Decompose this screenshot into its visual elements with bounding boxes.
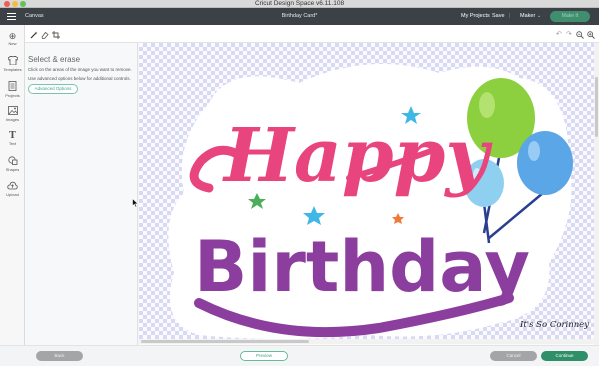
make-it-button[interactable]: Make It — [550, 11, 590, 22]
sidebar-item-label: Projects — [5, 93, 20, 98]
save-link[interactable]: Save — [492, 8, 505, 25]
sidebar-item-text[interactable]: T Text — [0, 131, 25, 147]
panel-instruction: Use advanced options below for additiona… — [28, 76, 131, 81]
left-sidebar: ⊕ New Templates Projects Images T Text S… — [0, 25, 25, 366]
undo-icon[interactable]: ↶ — [556, 31, 562, 38]
shirt-icon — [0, 55, 25, 67]
eraser-tool-icon[interactable] — [41, 31, 49, 41]
image-canvas[interactable]: Happy Birthday — [139, 43, 599, 345]
projects-icon — [0, 81, 25, 93]
chevron-down-icon[interactable]: ⌄ — [537, 8, 541, 25]
preview-button[interactable]: Preview — [240, 351, 288, 361]
sidebar-item-label: Text — [8, 141, 17, 146]
blue-balloon — [517, 131, 573, 195]
sidebar-item-templates[interactable]: Templates — [0, 55, 25, 73]
edit-toolbar: ↶ ↷ — [25, 25, 599, 43]
crop-tool-icon[interactable] — [52, 31, 60, 41]
sidebar-item-new[interactable]: ⊕ New — [0, 31, 25, 47]
zoom-in-icon[interactable] — [587, 31, 595, 41]
back-button[interactable]: Back — [36, 351, 83, 361]
sidebar-item-label: New — [8, 41, 17, 46]
upload-cloud-icon — [0, 181, 25, 192]
horizontal-scrollbar[interactable] — [139, 339, 594, 344]
my-projects-link[interactable]: My Projects — [461, 8, 490, 25]
footer-bar: Back Preview Cancel Continue — [0, 345, 599, 366]
happy-text: Happy — [222, 113, 493, 199]
machine-select[interactable]: Maker — [520, 8, 535, 25]
window-title: Cricut Design Space v6.11.108 — [254, 0, 345, 7]
header-separator: | — [509, 13, 511, 19]
redo-icon[interactable]: ↷ — [566, 31, 572, 38]
text-icon: T — [9, 131, 16, 141]
watermark-text: It's So Corinney — [520, 320, 590, 330]
app-header: Canvas Birthday Card* My Projects Save |… — [0, 8, 599, 25]
birthday-text: Birthday — [194, 226, 530, 308]
continue-button[interactable]: Continue — [541, 351, 588, 361]
scrollbar-thumb[interactable] — [595, 77, 598, 137]
window-titlebar: Cricut Design Space v6.11.108 — [0, 0, 599, 8]
plus-circle-icon: ⊕ — [8, 31, 17, 41]
panel-title: Select & erase — [28, 55, 81, 64]
sidebar-item-label: Templates — [3, 67, 22, 72]
vertical-scrollbar[interactable] — [594, 43, 599, 345]
select-erase-panel: Select & erase Click on the areas of the… — [25, 43, 138, 345]
sidebar-item-label: Images — [5, 117, 20, 122]
image-icon — [0, 106, 25, 117]
advanced-options-button[interactable]: Advanced Options — [28, 84, 78, 94]
sidebar-item-upload[interactable]: Upload — [0, 181, 25, 198]
sidebar-item-label: Shapes — [5, 167, 20, 172]
panel-instruction: Click on the areas of the image you want… — [28, 67, 132, 72]
zoom-out-icon[interactable] — [576, 31, 584, 41]
sidebar-item-shapes[interactable]: Shapes — [0, 156, 25, 173]
sidebar-item-images[interactable]: Images — [0, 106, 25, 123]
sidebar-item-projects[interactable]: Projects — [0, 81, 25, 99]
sidebar-item-label: Upload — [6, 192, 19, 197]
birthday-artwork[interactable]: Happy Birthday — [139, 43, 599, 340]
shapes-icon — [0, 156, 25, 167]
scrollbar-thumb[interactable] — [141, 340, 309, 343]
mouse-cursor-icon — [132, 198, 139, 208]
wand-tool-icon[interactable] — [30, 31, 38, 41]
cancel-button[interactable]: Cancel — [490, 351, 537, 361]
